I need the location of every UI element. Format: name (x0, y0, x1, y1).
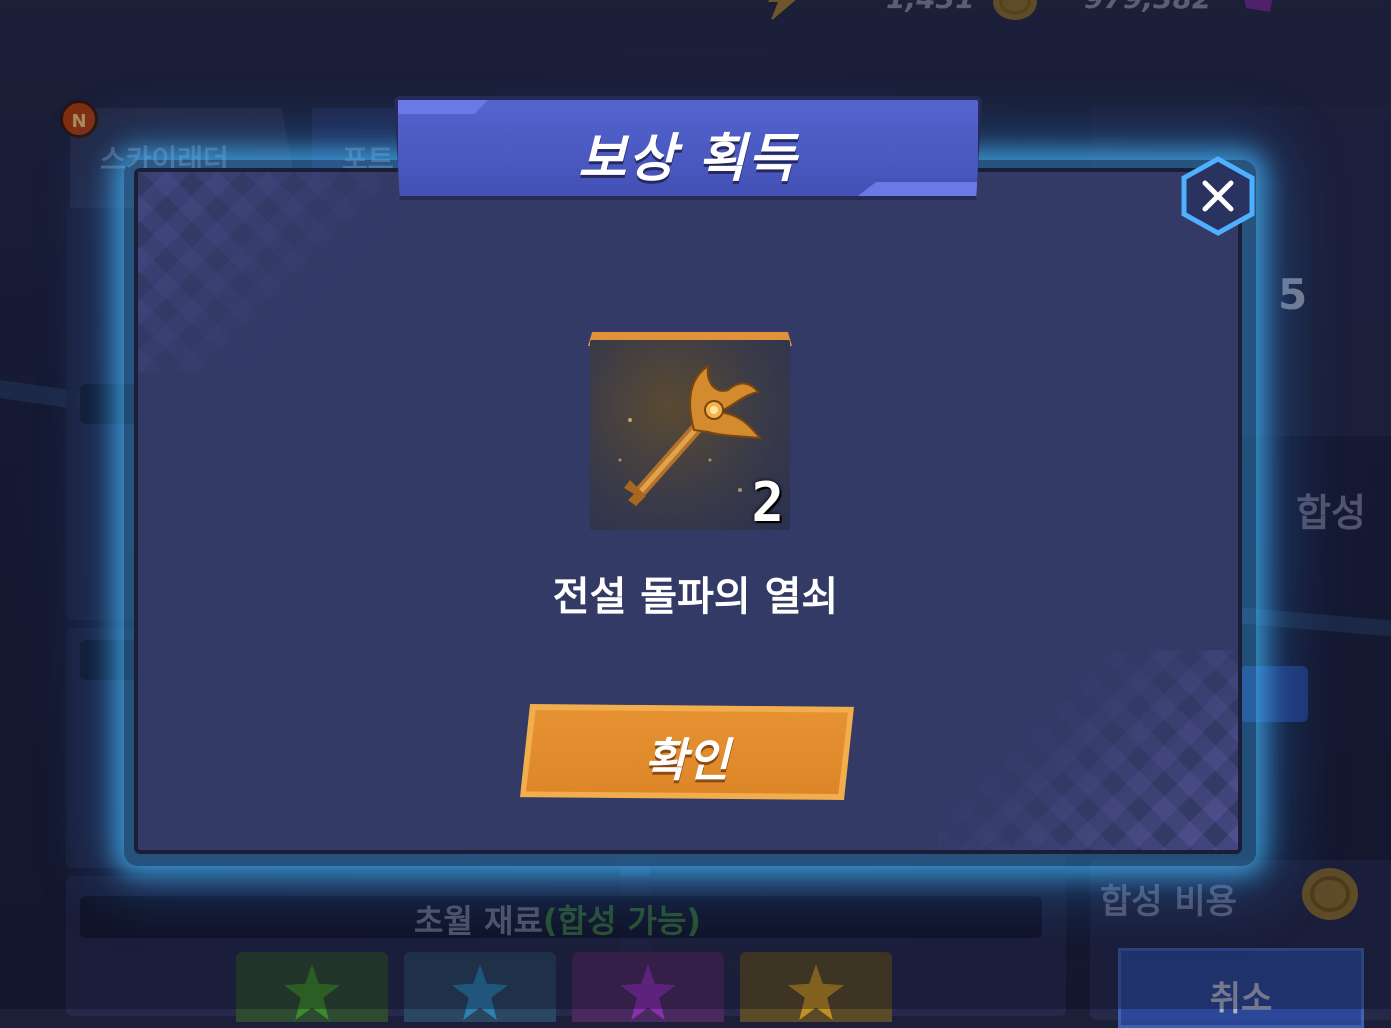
banner-stripe (398, 100, 488, 114)
modal-title: 보상 획득 (578, 129, 798, 189)
reward-item[interactable]: 2 (588, 332, 792, 534)
reward-name: 전설 돌파의 열쇠 (552, 574, 839, 620)
modal-pattern (138, 172, 398, 372)
confirm-button[interactable]: 확인 (520, 704, 854, 800)
reward-count: 2 (751, 471, 783, 534)
close-button[interactable] (1180, 156, 1256, 236)
modal-pattern (938, 650, 1238, 850)
modal-title-banner: 보상 획득 (394, 96, 982, 200)
confirm-label: 확인 (644, 733, 730, 787)
